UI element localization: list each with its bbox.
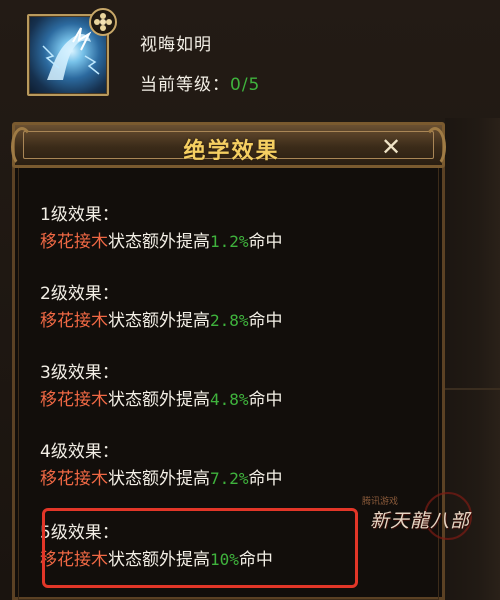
skill-reference: 移花接木 [40,390,108,410]
skill-reference: 移花接木 [40,311,108,331]
effect-description: 移花接木状态额外提高7.2%命中 [40,464,370,490]
effect-value: 4.8% [210,390,249,409]
effect-title: 1级效果： [40,205,119,225]
effect-title: 2级效果： [40,284,119,304]
effect-level-1: 1级效果： 移花接木状态额外提高1.2%命中 [40,200,370,253]
close-icon[interactable]: ✕ [377,133,405,161]
level-value: 0/5 [230,75,261,95]
effect-value: 7.2% [210,469,249,488]
effect-title: 4级效果： [40,442,119,462]
effect-text: 状态额外提高 [108,390,210,410]
effect-suffix: 命中 [248,311,283,331]
highlight-box [42,508,358,588]
effect-text: 状态额外提高 [108,469,210,489]
skill-name: 视晦如明 [140,35,212,55]
side-divider [445,388,500,390]
effect-suffix: 命中 [248,232,283,252]
game-window: 视晦如明 当前等级：0/5 绝学效果 ✕ 1级效果： 移花接木状态额外提高1.2… [0,0,500,600]
effect-text: 状态额外提高 [108,311,210,331]
skill-reference: 移花接木 [40,232,108,252]
game-logo-watermark: 腾讯游戏 新天龍八部 [362,492,472,554]
effect-description: 移花接木状态额外提高2.8%命中 [40,306,370,332]
effect-level-4: 4级效果： 移花接木状态额外提高7.2%命中 [40,437,370,490]
skill-header: 视晦如明 当前等级：0/5 [0,0,500,118]
effect-level-3: 3级效果： 移花接木状态额外提高4.8%命中 [40,358,370,411]
level-label: 当前等级： [140,75,230,95]
effect-suffix: 命中 [248,469,283,489]
flower-badge-icon [89,8,117,36]
effect-level-2: 2级效果： 移花接木状态额外提高2.8%命中 [40,279,370,332]
panel-title-bar: 绝学效果 ✕ [11,122,446,168]
effect-text: 状态额外提高 [108,232,210,252]
watermark-logo-text: 新天龍八部 [370,510,471,532]
current-level: 当前等级：0/5 [140,70,260,95]
effect-title: 3级效果： [40,363,119,383]
effect-value: 2.8% [210,311,249,330]
effect-suffix: 命中 [248,390,283,410]
effect-value: 1.2% [210,232,249,251]
effect-description: 移花接木状态额外提高4.8%命中 [40,385,370,411]
skill-reference: 移花接木 [40,469,108,489]
effect-description: 移花接木状态额外提高1.2%命中 [40,227,370,253]
